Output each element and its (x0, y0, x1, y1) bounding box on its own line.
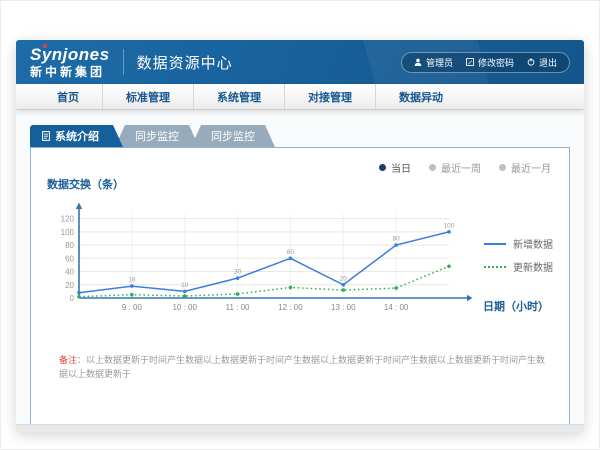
radio-dot-icon (429, 164, 436, 171)
svg-text:120: 120 (61, 215, 75, 224)
user-menu: 管理员 修改密码 退出 (401, 52, 570, 73)
svg-text:40: 40 (65, 268, 74, 277)
window-footer-strip (16, 424, 584, 432)
svg-text:20: 20 (340, 275, 348, 282)
svg-text:14 : 00: 14 : 00 (384, 303, 409, 312)
main-nav: 首页 标准管理 系统管理 对接管理 数据异动 (16, 84, 584, 110)
change-password-button[interactable]: 修改密码 (466, 56, 514, 69)
footnote-label: 备注 (59, 355, 77, 365)
content-area: 系统介绍 同步监控 同步监控 当日 最近一周 (16, 110, 584, 432)
radio-dot-icon (499, 164, 506, 171)
legend-item-new-data[interactable]: 新增数据 (484, 236, 553, 251)
power-icon (527, 58, 535, 66)
tab-system-intro[interactable]: 系统介绍 (30, 125, 123, 147)
chart-area: 0 20 40 60 80 100 120 9 : 00 10 : 00 11 : 00 12 : … (43, 198, 473, 326)
svg-text:0: 0 (70, 294, 75, 303)
chart-legend: 新增数据 更新数据 (484, 236, 553, 274)
logout-button[interactable]: 退出 (527, 56, 557, 69)
header-divider (123, 49, 124, 75)
svg-text:12 : 00: 12 : 00 (278, 303, 303, 312)
x-axis-title: 日期（小时） (483, 298, 549, 314)
radio-dot-icon (379, 164, 386, 171)
svg-text:80: 80 (393, 236, 401, 243)
chart-panel: 当日 最近一周 最近一月 数据交换（条） 0 20 40 60 80 100 120 9 : … (30, 147, 570, 426)
logo-text-en: Synjones (30, 46, 110, 63)
tab-label: 同步监控 (135, 128, 179, 144)
radio-last-month[interactable]: 最近一月 (499, 160, 551, 175)
svg-text:60: 60 (287, 249, 295, 256)
nav-item-standard-mgmt[interactable]: 标准管理 (103, 84, 194, 109)
solid-line-swatch-icon (484, 243, 506, 245)
y-axis-title: 数据交换（条） (47, 176, 124, 192)
tab-bar: 系统介绍 同步监控 同步监控 (30, 125, 275, 147)
svg-text:80: 80 (65, 241, 74, 250)
page: Synjones 新中新集团 数据资源中心 管理员 修改密码 退出 (0, 0, 600, 450)
svg-text:10: 10 (181, 282, 189, 289)
tab-sync-monitor-2[interactable]: 同步监控 (191, 125, 275, 147)
legend-item-updated-data[interactable]: 更新数据 (484, 259, 553, 274)
user-icon (414, 58, 422, 66)
app-window: Synjones 新中新集团 数据资源中心 管理员 修改密码 退出 (16, 40, 584, 432)
nav-item-integration-mgmt[interactable]: 对接管理 (285, 84, 376, 109)
svg-text:9 : 00: 9 : 00 (122, 303, 143, 312)
chart-canvas: 0 20 40 60 80 100 120 9 : 00 10 : 00 11 : 00 12 : … (43, 198, 473, 326)
svg-text:20: 20 (65, 281, 74, 290)
tab-label: 同步监控 (211, 128, 255, 144)
svg-text:11 : 00: 11 : 00 (226, 303, 250, 312)
logo-accent-dot (43, 44, 47, 48)
svg-text:13 : 00: 13 : 00 (331, 303, 356, 312)
radio-today[interactable]: 当日 (379, 160, 411, 175)
svg-text:30: 30 (234, 269, 242, 276)
svg-text:60: 60 (65, 254, 74, 263)
logo: Synjones 新中新集团 (30, 46, 110, 78)
tab-sync-monitor-1[interactable]: 同步监控 (115, 125, 199, 147)
radio-last-week[interactable]: 最近一周 (429, 160, 481, 175)
svg-text:10 : 00: 10 : 00 (172, 303, 197, 312)
app-title: 数据资源中心 (137, 52, 233, 73)
period-selector: 当日 最近一周 最近一月 (379, 160, 551, 175)
user-button[interactable]: 管理员 (414, 56, 453, 69)
document-icon (42, 131, 50, 141)
footnote: 备注：以上数据更新于时间产生数据以上数据更新于时间产生数据以上数据更新于时间产生… (59, 354, 551, 381)
svg-text:100: 100 (61, 228, 75, 237)
nav-item-data-change[interactable]: 数据异动 (376, 84, 466, 109)
header: Synjones 新中新集团 数据资源中心 管理员 修改密码 退出 (16, 40, 584, 84)
svg-text:18: 18 (128, 277, 136, 284)
nav-item-home[interactable]: 首页 (34, 84, 103, 109)
logo-text-cn: 新中新集团 (30, 66, 110, 78)
svg-text:100: 100 (444, 222, 455, 229)
dotted-line-swatch-icon (484, 266, 506, 268)
nav-item-system-mgmt[interactable]: 系统管理 (194, 84, 285, 109)
edit-icon (466, 58, 474, 66)
footnote-text: ：以上数据更新于时间产生数据以上数据更新于时间产生数据以上数据更新于时间产生数据… (59, 355, 545, 379)
tab-label: 系统介绍 (55, 128, 99, 144)
